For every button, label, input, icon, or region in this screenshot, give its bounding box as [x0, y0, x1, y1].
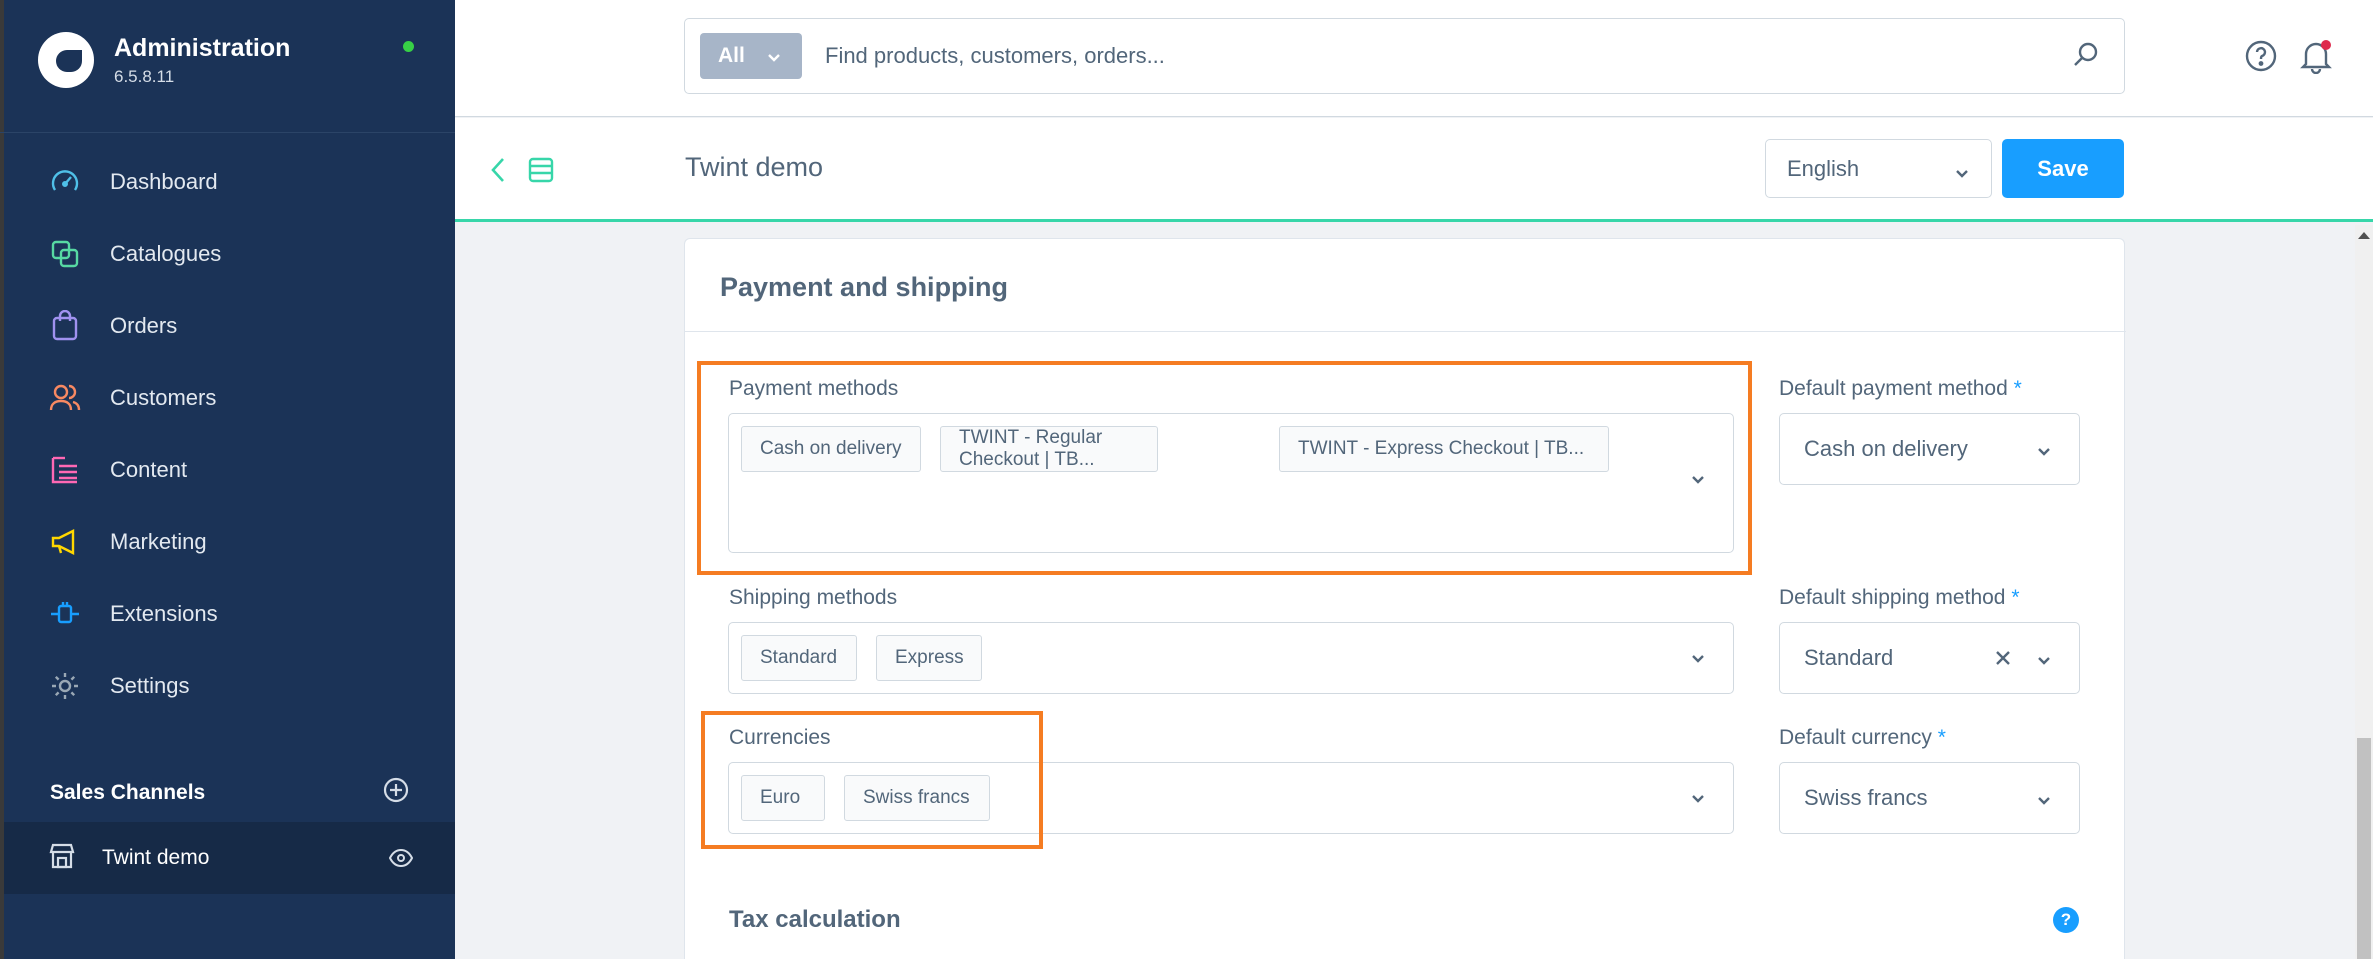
eye-icon[interactable]	[388, 848, 414, 873]
orders-icon	[48, 309, 82, 343]
help-icon[interactable]	[2244, 39, 2278, 78]
language-select[interactable]: English	[1765, 139, 1992, 198]
search-type-label: All	[718, 44, 745, 67]
required-mark: *	[2013, 377, 2022, 400]
app-title: Administration	[114, 34, 291, 62]
default-shipping-label: Default shipping method *	[1779, 586, 2020, 610]
language-value: English	[1787, 155, 1860, 181]
nav-item-marketing[interactable]: Marketing	[0, 506, 455, 578]
global-search: All	[684, 18, 2125, 94]
card-title: Payment and shipping	[720, 272, 1009, 302]
chevron-down-icon	[2035, 649, 2053, 675]
default-shipping-value: Standard	[1804, 645, 1894, 670]
storefront-icon	[48, 842, 76, 875]
chevron-down-icon	[766, 47, 782, 71]
smart-bar: Twint demo English Save	[455, 118, 2373, 222]
notifications-bell-icon[interactable]	[2298, 38, 2334, 79]
nav-label: Orders	[110, 313, 178, 338]
sales-channel-item-twint-demo[interactable]: Twint demo	[4, 822, 455, 894]
nav-label: Extensions	[110, 601, 218, 626]
default-currency-value: Swiss francs	[1804, 785, 1928, 810]
card-divider	[685, 331, 2126, 332]
shipping-methods-label: Shipping methods	[729, 586, 898, 609]
default-currency-label: Default currency *	[1779, 726, 1946, 750]
nav-label: Marketing	[110, 529, 207, 554]
tag-label: Standard	[760, 647, 838, 668]
default-payment-select[interactable]: Cash on delivery	[1779, 413, 2080, 485]
sidebar: Administration 6.5.8.11 Dashboard Catalo…	[0, 0, 455, 959]
payment-methods-highlight-box	[697, 361, 1752, 575]
nav-item-catalogues[interactable]: Catalogues	[0, 218, 455, 290]
top-bar: All	[455, 0, 2373, 117]
nav-label: Catalogues	[110, 241, 222, 266]
nav-label: Content	[110, 457, 188, 482]
chevron-down-icon	[1953, 162, 1971, 188]
page-title: Twint demo	[685, 152, 824, 182]
label-text: Default payment method	[1779, 377, 2008, 400]
currencies-highlight-box	[701, 711, 1043, 849]
sales-channels-title: Sales Channels	[50, 780, 206, 804]
settings-icon	[48, 669, 82, 703]
catalogues-icon	[48, 237, 82, 271]
required-mark: *	[1937, 726, 1946, 749]
sales-channels-header: Sales Channels	[50, 776, 410, 809]
nav-label: Settings	[110, 673, 190, 698]
chevron-left-back-icon[interactable]	[487, 156, 511, 189]
nav-item-extensions[interactable]: Extensions	[0, 578, 455, 650]
search-icon[interactable]	[2072, 41, 2100, 74]
scrollbar-thumb[interactable]	[2357, 738, 2371, 959]
save-button[interactable]: Save	[2002, 139, 2124, 198]
customers-icon	[48, 381, 82, 415]
nav-item-orders[interactable]: Orders	[0, 290, 455, 362]
required-mark: *	[2011, 586, 2020, 609]
brand[interactable]: Administration 6.5.8.11	[38, 32, 290, 88]
sidebar-divider	[0, 132, 455, 133]
default-payment-label: Default payment method *	[1779, 377, 2022, 401]
chevron-down-icon	[2035, 789, 2053, 815]
scroll-up-arrow-icon[interactable]	[2358, 232, 2370, 239]
default-payment-value: Cash on delivery	[1804, 436, 1968, 461]
sales-channel-database-icon	[527, 156, 555, 189]
default-shipping-select[interactable]: Standard	[1779, 622, 2080, 694]
default-currency-select[interactable]: Swiss francs	[1779, 762, 2080, 834]
search-input[interactable]	[825, 33, 2025, 79]
nav-item-settings[interactable]: Settings	[0, 650, 455, 722]
label-text: Default currency	[1779, 726, 1932, 749]
chevron-down-icon[interactable]	[1689, 789, 1707, 812]
search-type-select[interactable]: All	[700, 33, 802, 79]
content-icon	[48, 453, 82, 487]
add-sales-channel-icon[interactable]	[382, 776, 410, 809]
shipping-methods-multiselect[interactable]: Standard Express	[728, 622, 1734, 694]
sales-channel-label: Twint demo	[102, 846, 210, 869]
nav-item-customers[interactable]: Customers	[0, 362, 455, 434]
marketing-icon	[48, 525, 82, 559]
shopware-logo-icon	[38, 32, 94, 88]
main-nav: Dashboard Catalogues Orders Customers Co…	[0, 146, 455, 722]
extensions-icon	[48, 597, 82, 631]
nav-label: Customers	[110, 385, 217, 410]
dashboard-icon	[48, 165, 82, 199]
nav-label: Dashboard	[110, 169, 218, 194]
help-circle-icon[interactable]: ?	[2053, 907, 2079, 933]
chevron-down-icon[interactable]	[1689, 649, 1707, 672]
clear-x-icon[interactable]	[1993, 648, 2013, 674]
shipping-method-tag[interactable]: Standard	[741, 635, 857, 681]
chevron-down-icon	[2035, 440, 2053, 466]
nav-item-content[interactable]: Content	[0, 434, 455, 506]
online-status-indicator	[403, 41, 414, 52]
label-text: Default shipping method	[1779, 586, 2006, 609]
nav-item-dashboard[interactable]: Dashboard	[0, 146, 455, 218]
tag-label: Express	[895, 647, 964, 668]
shipping-method-tag[interactable]: Express	[876, 635, 982, 681]
app-version: 6.5.8.11	[114, 67, 175, 86]
tax-calculation-title: Tax calculation	[729, 906, 901, 933]
